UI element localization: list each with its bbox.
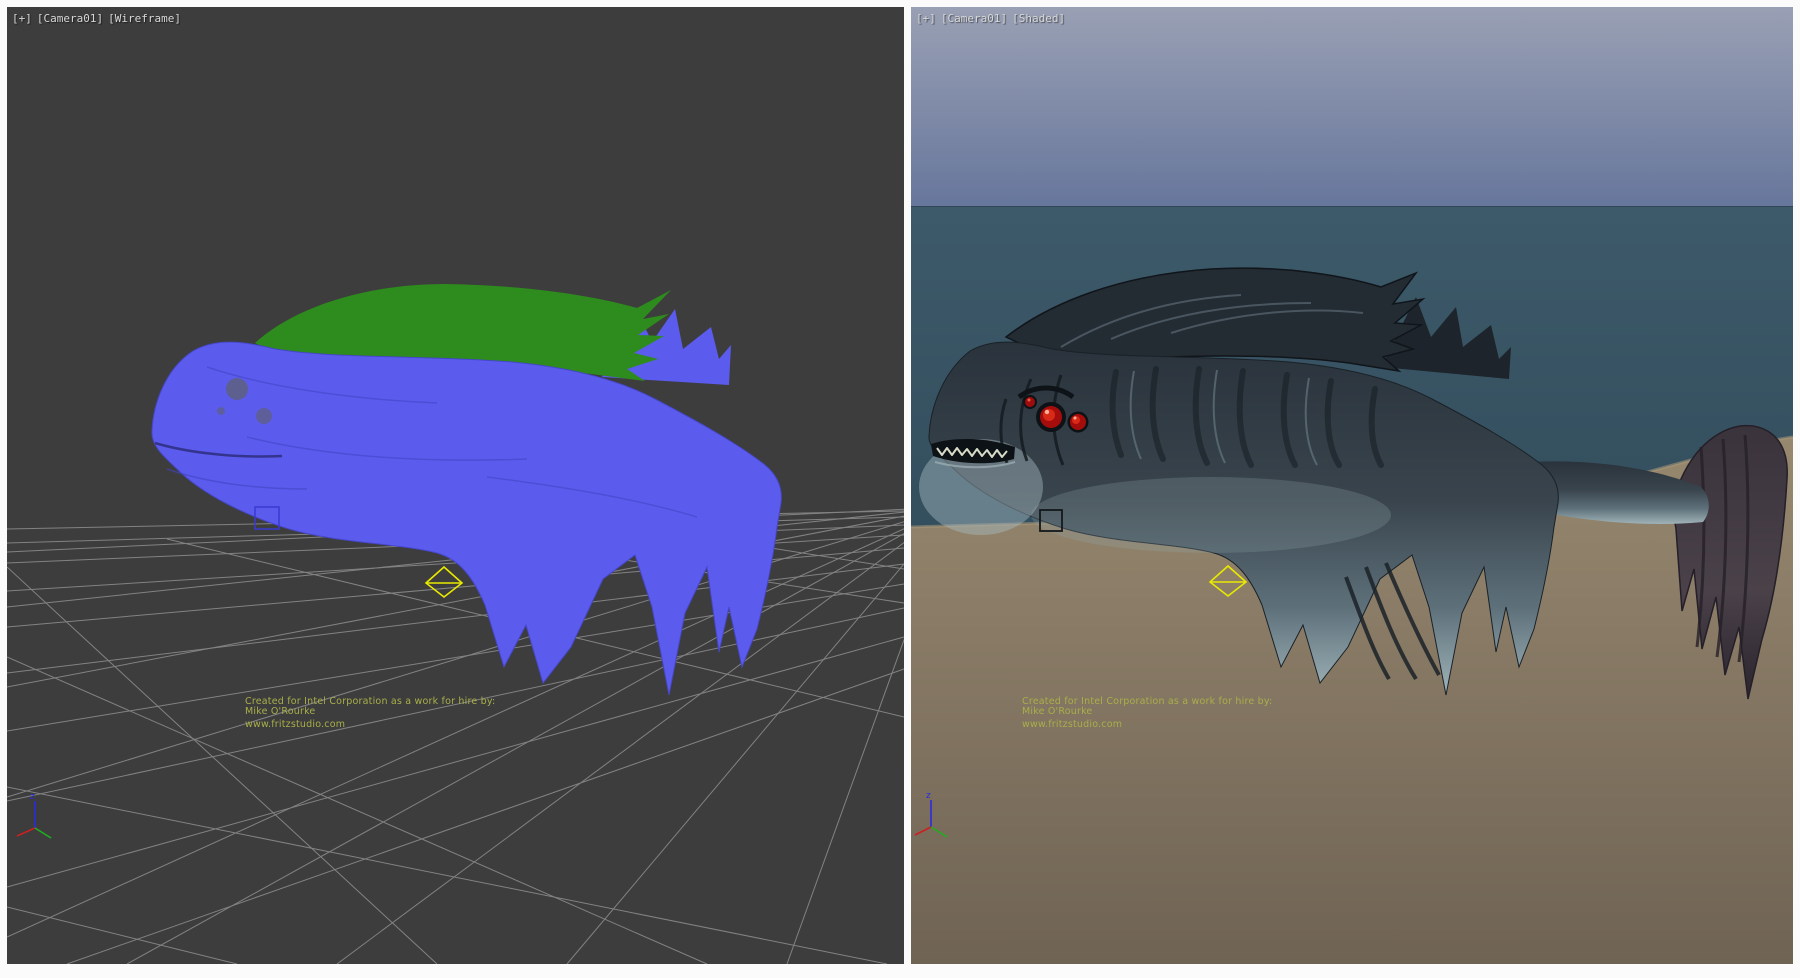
fish-body	[152, 342, 781, 695]
viewport-divider[interactable]	[904, 7, 911, 964]
fish-eye-spot-tiny	[217, 407, 225, 415]
fish-eye-spot-large	[226, 378, 248, 400]
viewport-label-left: [+] [Camera01] [Wireframe]	[12, 12, 181, 25]
viewport-expand-button[interactable]: [+]	[12, 12, 32, 25]
lower-body-highlight	[1031, 477, 1391, 553]
viewport-wireframe[interactable]: [+] [Camera01] [Wireframe]	[7, 7, 904, 964]
wireframe-fish[interactable]	[152, 284, 781, 695]
transform-gizmo[interactable]	[426, 567, 462, 597]
axis-z-label: z	[926, 791, 931, 801]
wireframe-canvas[interactable]: z	[7, 7, 904, 964]
shaded-canvas[interactable]: z	[911, 7, 1793, 964]
viewport-camera-menu[interactable]: [Camera01]	[37, 12, 103, 25]
viewport-shading-menu[interactable]: [Shaded]	[1012, 12, 1065, 25]
viewport-shaded[interactable]: [+] [Camera01] [Shaded]	[911, 7, 1793, 964]
axis-z-label: z	[30, 792, 35, 802]
fish-eye-spot-small	[256, 408, 272, 424]
viewport-camera-menu[interactable]: [Camera01]	[941, 12, 1007, 25]
watermark-line-3: www.fritzstudio.com	[245, 720, 495, 730]
watermark-line-2: Mike O'Rourke	[245, 707, 495, 717]
viewport-layout: [+] [Camera01] [Wireframe]	[0, 0, 1800, 978]
render-watermark: Created for Intel Corporation as a work …	[245, 697, 495, 730]
sky	[911, 7, 1793, 209]
render-watermark: Created for Intel Corporation as a work …	[1022, 697, 1272, 730]
viewport-expand-button[interactable]: [+]	[916, 12, 936, 25]
viewport-shading-menu[interactable]: [Wireframe]	[108, 12, 181, 25]
viewport-label-right: [+] [Camera01] [Shaded]	[916, 12, 1065, 25]
watermark-line-3: www.fritzstudio.com	[1022, 720, 1272, 730]
axis-tripod: z	[17, 792, 51, 838]
watermark-line-2: Mike O'Rourke	[1022, 707, 1272, 717]
